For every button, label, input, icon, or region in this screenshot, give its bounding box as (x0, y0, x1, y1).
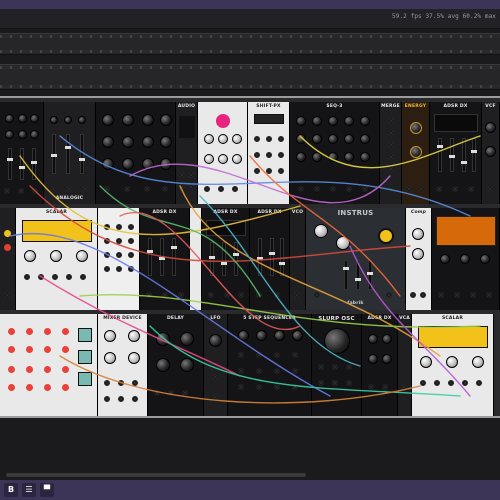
module-title: VCA (399, 316, 410, 321)
module-button-grid[interactable] (0, 314, 98, 416)
horizontal-scrollbar[interactable] (0, 471, 500, 479)
module-seq3[interactable]: SEQ-3 (290, 102, 380, 204)
module-title: ADSR DX (213, 210, 238, 215)
module-title: SCALAR (45, 210, 68, 215)
module-vcf[interactable]: VCF (482, 102, 500, 204)
module-instrument[interactable]: INSTRUS fabrik (306, 208, 406, 310)
empty-rack-rail-2[interactable] (0, 64, 500, 90)
module-adsr-4[interactable]: ADSR DX (202, 208, 250, 310)
module-mixer[interactable]: ANALOGIC (44, 102, 96, 204)
module-shift[interactable]: SHIFT-PX (248, 102, 290, 204)
module-title: INSTRUS (337, 209, 374, 217)
module-subtitle: fabrik (347, 301, 364, 306)
performance-readout: 59.2 fps 37.5% avg 60.2% max (392, 13, 496, 20)
module-title: VCO (291, 210, 304, 215)
module-scalar-1[interactable]: SCALAR (16, 208, 98, 310)
module-title: SLURP OSC (318, 316, 355, 322)
module-adsr-7[interactable]: ADSR DX (362, 314, 398, 416)
module-title: 5 STEP SEQUENCER (243, 316, 296, 321)
module-adsr-5[interactable]: ADSR DX (250, 208, 290, 310)
footer-bar: B ☰ ▀ (0, 480, 500, 500)
module-adsr-3[interactable]: ADSR DX (140, 208, 190, 310)
module-narrow-1[interactable] (0, 208, 16, 310)
module-scalar-2[interactable]: SCALAR (412, 314, 494, 416)
module-title: ENERGY (404, 104, 427, 109)
vcv-rack-window: 59.2 fps 37.5% avg 60.2% max ANALOGIC AU… (0, 0, 500, 500)
menu-icon[interactable]: ☰ (22, 483, 36, 497)
module-seq-grid[interactable] (98, 208, 140, 310)
rack-row-1: ANALOGIC AUDIO SHIFT-PX SEQ-3 MERGE ENER… (0, 100, 500, 206)
rack-row-2: SCALAR ADSR DX ADSR DX ADSR DX VCO INSTR… (0, 206, 500, 312)
module-sequencer[interactable] (0, 102, 44, 204)
module-energy[interactable]: ENERGY (402, 102, 430, 204)
module-title: ADSR DX (443, 104, 468, 109)
module-vca-2[interactable]: VCA (398, 314, 412, 416)
module-lfo[interactable]: LFO (204, 314, 228, 416)
module-title: SCALAR (441, 316, 464, 321)
scrollbar-thumb[interactable] (6, 473, 306, 477)
module-merge[interactable]: MERGE (380, 102, 402, 204)
module-quad-vco[interactable] (96, 102, 176, 204)
module-adsr-2[interactable]: ADSR DX (430, 102, 482, 204)
rack-row-3: MIXER DEVICE DELAY LFO 5 STEP SEQUENCER … (0, 312, 500, 418)
module-rack[interactable]: ANALOGIC AUDIO SHIFT-PX SEQ-3 MERGE ENER… (0, 96, 500, 418)
module-audio[interactable]: AUDIO (176, 102, 198, 204)
module-step-sequencer[interactable]: 5 STEP SEQUENCER (228, 314, 312, 416)
module-title: Comp (410, 210, 427, 215)
module-narrow-2[interactable] (190, 208, 202, 310)
module-title: DELAY (167, 316, 184, 321)
module-title: AUDIO (177, 104, 196, 109)
b-button[interactable]: B (4, 483, 18, 497)
module-slurp-osc[interactable]: SLURP OSC (312, 314, 362, 416)
module-title: ADSR DX (152, 210, 177, 215)
module-label: ANALOGIC (55, 196, 84, 201)
module-title: LFO (210, 316, 221, 321)
module-title: SEQ-3 (326, 104, 343, 109)
empty-rack-rail-1[interactable] (0, 33, 500, 55)
module-adsr-pink[interactable] (198, 102, 248, 204)
module-comp[interactable]: Comp (406, 208, 432, 310)
module-title: ADSR DX (367, 316, 392, 321)
module-adsr-6[interactable] (432, 208, 500, 310)
module-title: MERGE (381, 104, 400, 109)
title-bar (0, 0, 500, 9)
module-title: SHIFT-PX (256, 104, 281, 109)
module-title: ADSR DX (257, 210, 282, 215)
module-delay[interactable]: DELAY (148, 314, 204, 416)
module-title: VCF (485, 104, 496, 109)
panel-icon[interactable]: ▀ (40, 483, 54, 497)
module-mixer-device[interactable]: MIXER DEVICE (98, 314, 148, 416)
module-title: MIXER DEVICE (103, 316, 142, 321)
module-vco[interactable]: VCO (290, 208, 306, 310)
